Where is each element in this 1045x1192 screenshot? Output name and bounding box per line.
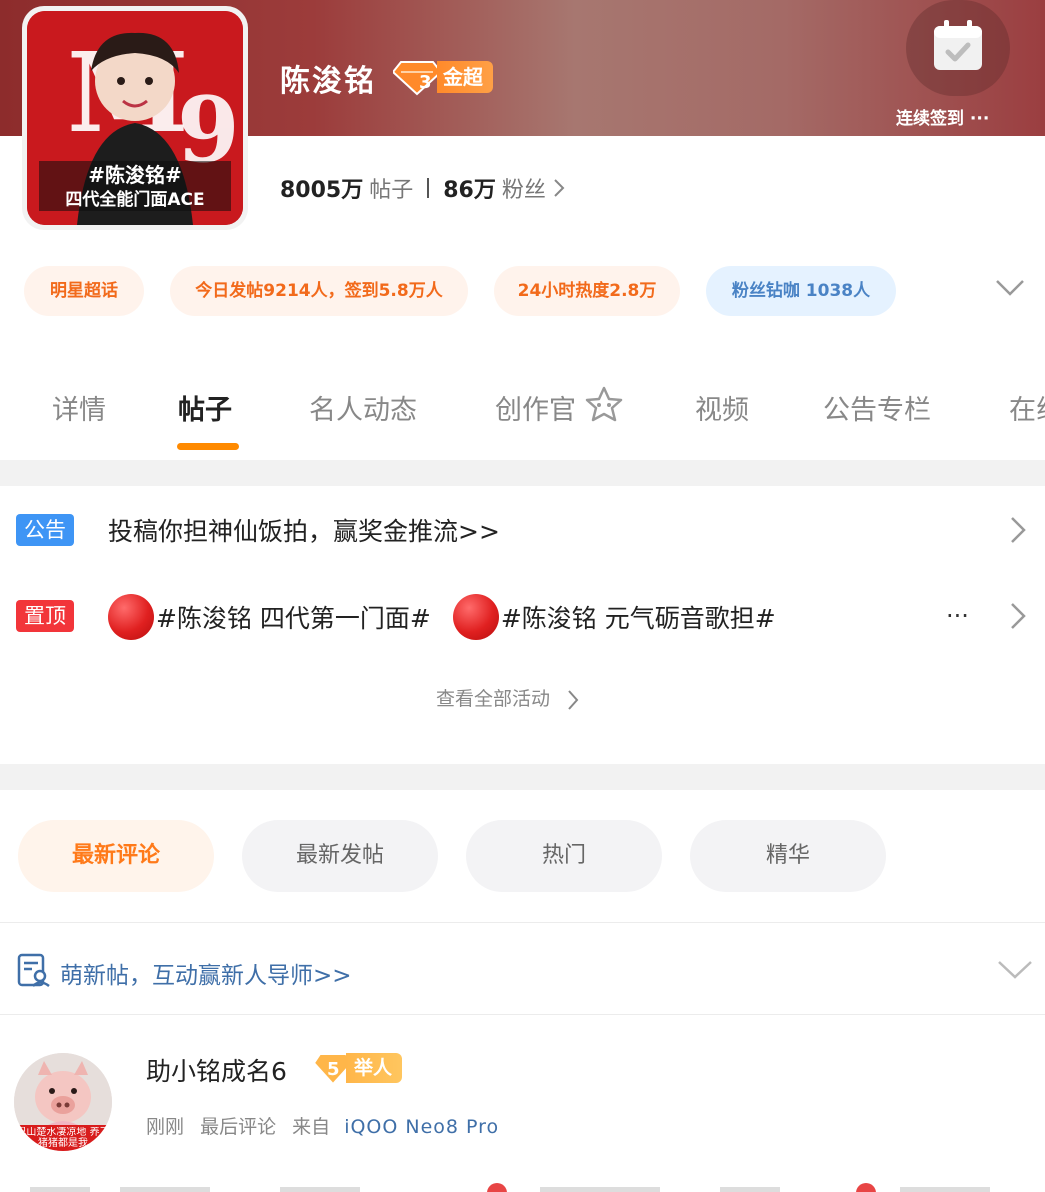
more-pinned[interactable]: ··· xyxy=(946,602,969,630)
sort-featured[interactable]: 精华 xyxy=(690,820,886,892)
checkin-label[interactable]: 连续签到 ··· xyxy=(896,104,989,129)
section-gap xyxy=(0,764,1045,790)
avatar[interactable]: 巴山楚水凄凉地 养了猪猪都是我 xyxy=(14,1053,112,1151)
tag-heat[interactable]: 24小时热度2.8万 xyxy=(494,266,680,316)
red-dot-icon xyxy=(108,594,154,640)
posts-count: 8005万 xyxy=(280,178,364,203)
post-device[interactable]: iQOO Neo8 Pro xyxy=(344,1116,499,1138)
svg-text:5: 5 xyxy=(327,1059,340,1080)
announce-tag: 公告 xyxy=(16,514,74,546)
post-from-label: 来自 xyxy=(292,1116,331,1138)
chevron-right-icon[interactable] xyxy=(566,688,580,712)
fans-count[interactable]: 86万 xyxy=(443,172,496,204)
supertopic-cover[interactable]: M 9 #陈浚铭# 四代全能门面ACE xyxy=(22,6,248,230)
cover-image: M 9 #陈浚铭# 四代全能门面ACE xyxy=(27,11,243,225)
cover-text-hashtag: #陈浚铭# xyxy=(88,163,182,187)
stats-separator xyxy=(427,178,430,198)
sort-latest-posts[interactable]: 最新发帖 xyxy=(242,820,438,892)
tag-daily-posts[interactable]: 今日发帖9214人，签到5.8万人 xyxy=(170,266,468,316)
post-action: 最后评论 xyxy=(200,1116,277,1138)
tab-creator[interactable]: 创作官 xyxy=(495,388,576,427)
divider xyxy=(0,1014,1045,1015)
divider xyxy=(0,922,1045,923)
supertopic-name: 陈浚铭 xyxy=(280,64,376,99)
level-badge[interactable]: 3 金超 xyxy=(393,58,493,96)
pinned-item[interactable]: #陈浚铭 四代第一门面# xyxy=(156,599,431,635)
avatar-caption: 巴山楚水凄凉地 养了猪猪都是我 xyxy=(16,1127,110,1149)
expand-tags-chevron-down-icon[interactable] xyxy=(994,276,1026,300)
tab-announcements[interactable]: 公告专栏 xyxy=(823,388,931,427)
fans-unit[interactable]: 粉丝 xyxy=(502,172,546,204)
post-username[interactable]: 助小铭成名6 xyxy=(146,1052,287,1088)
section-gap xyxy=(0,460,1045,486)
cover-text-slogan: 四代全能门面ACE xyxy=(65,190,205,210)
tab-online[interactable]: 在线 xyxy=(1009,388,1045,427)
sort-hot[interactable]: 热门 xyxy=(466,820,662,892)
supertopic-stats: 8005万 帖子 86万 粉丝 xyxy=(280,172,566,204)
announce-text[interactable]: 投稿你担神仙饭拍，赢奖金推流>> xyxy=(108,512,500,548)
user-badge-label: 举人 xyxy=(346,1053,403,1083)
view-all-activities[interactable]: 查看全部活动 xyxy=(436,684,580,712)
pinned-item[interactable]: #陈浚铭 元气砺音歌担# xyxy=(501,599,776,635)
svg-text:3: 3 xyxy=(419,72,432,93)
post-meta: 刚刚 最后评论 来自 iQOO Neo8 Pro xyxy=(146,1112,499,1139)
tag-fan-diamond[interactable]: 粉丝钻咖 1038人 xyxy=(706,266,896,316)
creator-star-icon xyxy=(585,386,623,422)
level-label: 金超 xyxy=(437,61,493,93)
pinned-posts[interactable]: #陈浚铭 四代第一门面# #陈浚铭 元气砺音歌担# xyxy=(108,594,798,640)
user-level-badge[interactable]: 5 举人 xyxy=(314,1050,403,1086)
posts-unit: 帖子 xyxy=(369,178,414,203)
post-time: 刚刚 xyxy=(146,1116,185,1138)
new-post-guide-icon xyxy=(17,953,50,988)
red-dot-icon xyxy=(452,594,499,640)
tab-celebrity-updates[interactable]: 名人动态 xyxy=(309,388,417,427)
diamond-level-icon: 3 xyxy=(393,61,443,96)
chevron-right-icon[interactable] xyxy=(1008,514,1028,546)
chevron-down-icon[interactable] xyxy=(996,958,1034,982)
chevron-right-icon[interactable] xyxy=(1008,600,1028,632)
next-post-preview-cut xyxy=(0,1178,1045,1192)
active-tab-indicator xyxy=(177,443,239,450)
pinned-tag: 置顶 xyxy=(16,600,74,632)
checkin-button[interactable] xyxy=(906,0,1010,96)
tab-video[interactable]: 视频 xyxy=(695,388,749,427)
checkin-calendar-icon xyxy=(934,20,982,70)
tab-posts[interactable]: 帖子 xyxy=(178,388,232,427)
new-post-promo[interactable]: 萌新帖，互动赢新人导师>> xyxy=(60,956,352,990)
chevron-right-icon[interactable] xyxy=(552,177,566,199)
tab-details[interactable]: 详情 xyxy=(52,388,106,427)
sort-latest-comments[interactable]: 最新评论 xyxy=(18,820,214,892)
view-all-label[interactable]: 查看全部活动 xyxy=(436,688,550,710)
tag-star-topic[interactable]: 明星超话 xyxy=(24,266,144,316)
